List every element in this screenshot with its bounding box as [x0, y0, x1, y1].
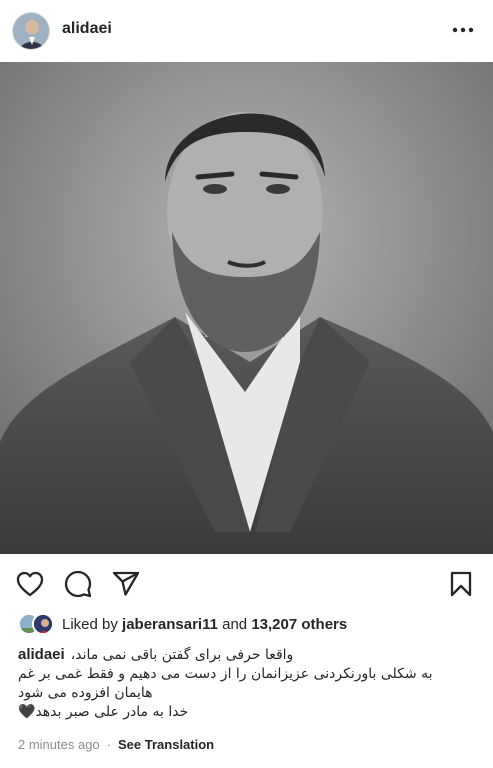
caption-username[interactable]: alidaei	[18, 645, 65, 664]
post-timestamp[interactable]: 2 minutes ago	[18, 737, 100, 752]
avatar[interactable]	[12, 12, 50, 50]
post-meta: 2 minutes ago · See Translation	[18, 737, 214, 752]
share-button[interactable]	[110, 568, 142, 600]
likes-summary[interactable]: Liked by jaberansari11 and 13,207 others	[18, 612, 347, 636]
likes-count[interactable]: 13,207 others	[251, 616, 347, 633]
action-bar	[0, 562, 493, 606]
liked-by-prefix: Liked by	[62, 615, 118, 633]
post-photo[interactable]	[0, 62, 493, 554]
caption-line: هایمان افزوده می شود	[18, 685, 153, 701]
comment-icon	[64, 570, 92, 598]
liked-by-joiner: and	[222, 615, 248, 633]
caption-line: واقعا حرفی برای گفتن باقی نمی ماند،	[70, 647, 294, 663]
meta-separator: ·	[106, 737, 112, 752]
liker-avatars	[18, 613, 56, 635]
see-translation-link[interactable]: See Translation	[118, 737, 214, 752]
caption-line: به شکلی باورنکردنی عزیزانمان را از دست م…	[18, 666, 433, 682]
more-options-button[interactable]	[451, 18, 475, 42]
caption-line: خدا به مادر علی صبر بدهد🖤	[18, 704, 189, 720]
avatar	[32, 613, 54, 635]
bookmark-icon	[450, 571, 472, 597]
send-icon	[112, 571, 140, 596]
heart-icon	[16, 571, 44, 597]
save-button[interactable]	[445, 568, 477, 600]
post-caption: alidaei واقعا حرفی برای گفتن باقی نمی ما…	[18, 645, 476, 722]
like-button[interactable]	[14, 568, 46, 600]
more-horizontal-icon	[452, 27, 474, 33]
liker-username[interactable]: jaberansari11	[122, 616, 218, 633]
post-header: alidaei	[0, 0, 493, 62]
post-username[interactable]: alidaei	[62, 20, 112, 38]
comment-button[interactable]	[62, 568, 94, 600]
